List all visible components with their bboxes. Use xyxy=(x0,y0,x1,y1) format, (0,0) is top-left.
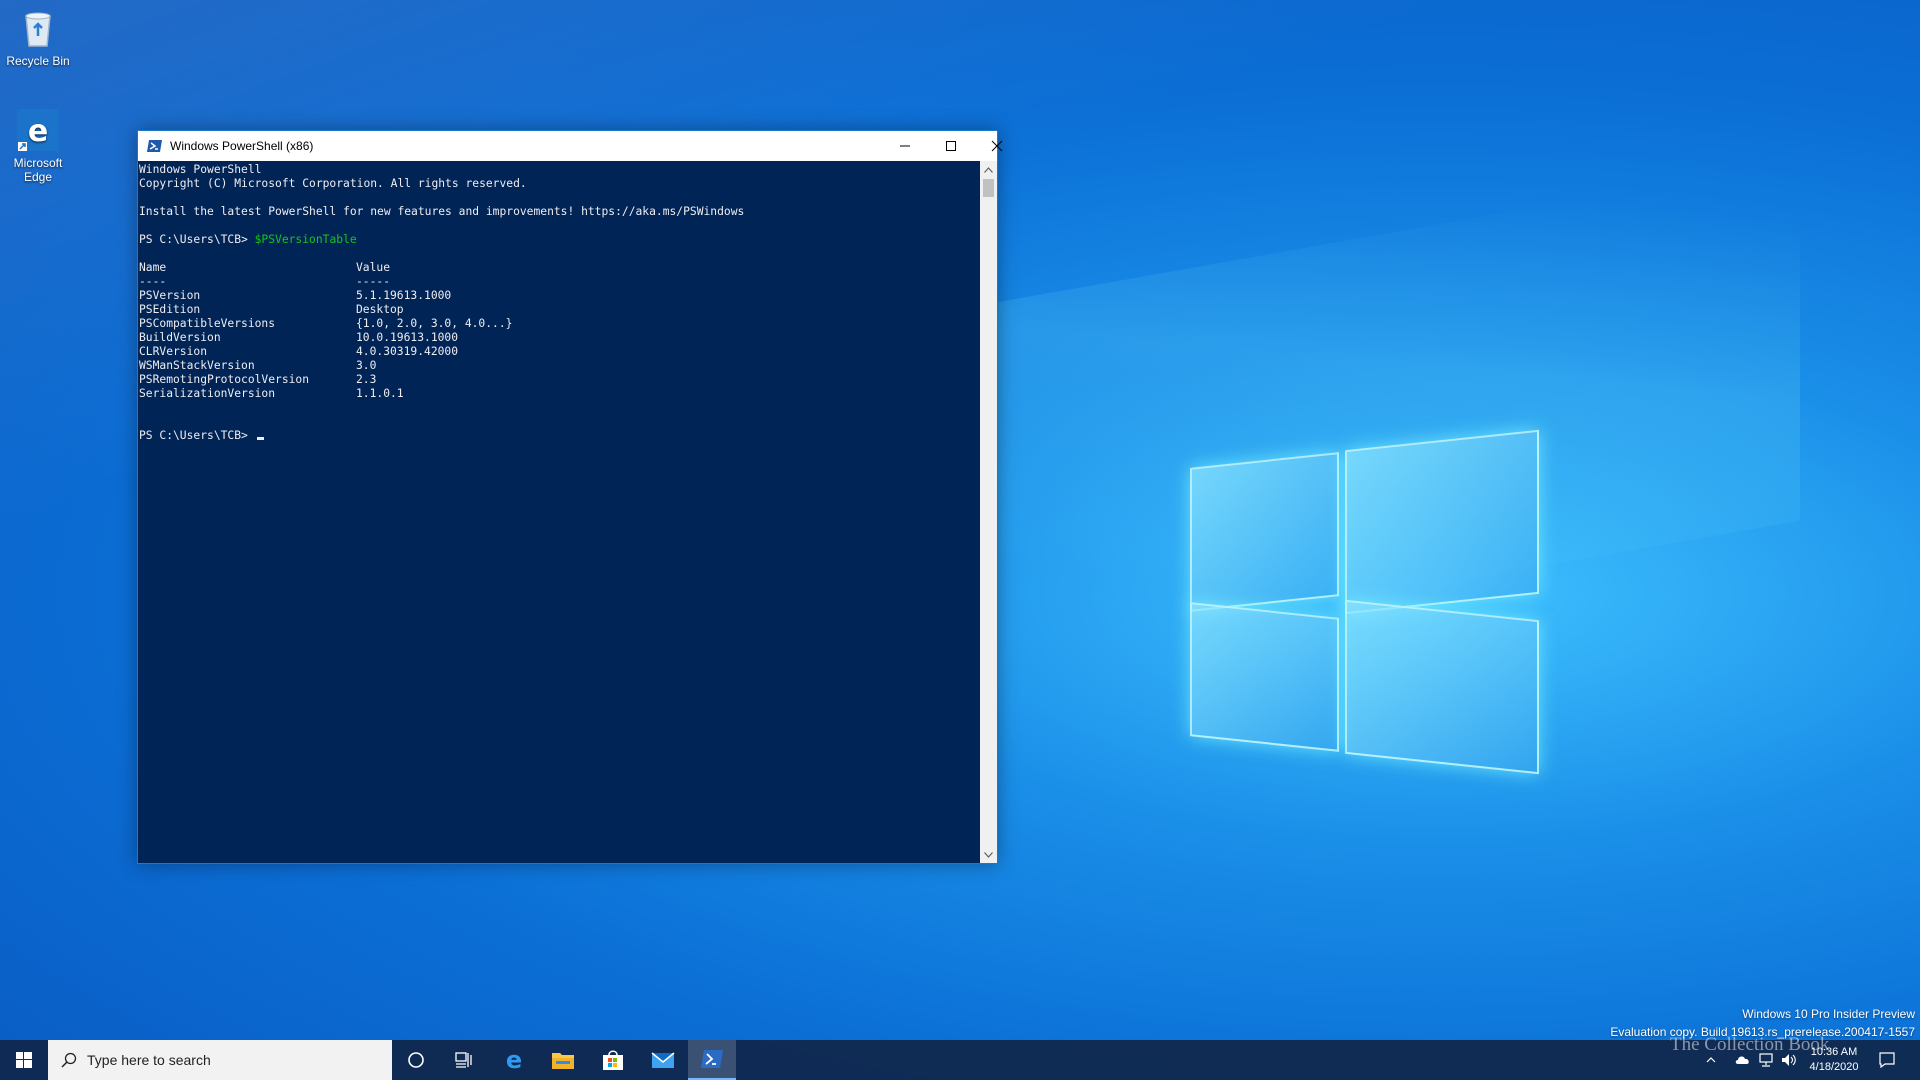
table-row: PSRemotingProtocolVersion 2.3 xyxy=(139,373,979,387)
desktop-icon-recycle-bin[interactable]: Recycle Bin xyxy=(0,6,76,68)
console-line: Windows PowerShell xyxy=(139,163,262,176)
taskbar-search-box[interactable]: Type here to search xyxy=(48,1040,392,1080)
scroll-down-button[interactable] xyxy=(980,846,997,863)
console-command-line: PS C:\Users\TCB> $PSVersionTable xyxy=(139,233,979,247)
table-cell-name: PSRemotingProtocolVersion xyxy=(139,373,310,386)
powershell-icon[interactable] xyxy=(147,138,163,154)
table-row: PSCompatibleVersions {1.0, 2.0, 3.0, 4.0.… xyxy=(139,317,979,331)
search-icon xyxy=(61,1052,77,1068)
notification-icon xyxy=(1879,1052,1895,1068)
cortana-button[interactable] xyxy=(392,1040,440,1080)
table-cell-name: WSManStackVersion xyxy=(139,359,255,372)
window-titlebar[interactable]: Windows PowerShell (x86) xyxy=(138,131,1003,161)
chevron-down-icon xyxy=(984,851,993,858)
vertical-scrollbar[interactable] xyxy=(980,161,997,863)
overlay-watermark-text: The Collection Book xyxy=(1670,1034,1830,1055)
taskbar-powershell-button[interactable] xyxy=(688,1040,736,1080)
table-row: CLRVersion 4.0.30319.42000 xyxy=(139,345,979,359)
console-line: Install the latest PowerShell for new fe… xyxy=(139,205,745,218)
table-cell-value: {1.0, 2.0, 3.0, 4.0...} xyxy=(356,317,513,330)
table-cell-name: PSCompatibleVersions xyxy=(139,317,276,330)
minimize-icon xyxy=(900,145,910,147)
desktop-icon-label: Edge xyxy=(23,170,53,184)
watermark-line: Windows 10 Pro Insider Preview xyxy=(1742,1007,1915,1021)
table-cell-name: PSVersion xyxy=(139,289,201,302)
close-button[interactable] xyxy=(974,131,1020,161)
console-command: $PSVersionTable xyxy=(254,233,357,246)
start-button[interactable] xyxy=(0,1040,48,1080)
desktop-icon-label: Microsoft xyxy=(13,156,63,170)
table-cell-value: 2.3 xyxy=(356,373,377,386)
chevron-up-icon xyxy=(1706,1057,1716,1063)
search-placeholder: Type here to search xyxy=(87,1052,211,1068)
desktop-icon-edge[interactable]: e Microsoft Edge xyxy=(0,108,76,184)
powershell-window[interactable]: Windows PowerShell (x86) Windows PowerSh… xyxy=(137,130,1003,864)
chevron-up-icon xyxy=(984,166,993,173)
taskbar-edge-button[interactable]: e xyxy=(490,1040,538,1080)
maximize-button[interactable] xyxy=(928,131,974,161)
taskbar-file-explorer-button[interactable] xyxy=(538,1040,588,1080)
table-row: PSVersion 5.1.19613.1000 xyxy=(139,289,979,303)
console-prompt: PS C:\Users\TCB> xyxy=(139,429,255,442)
text-cursor xyxy=(256,437,264,440)
store-icon xyxy=(603,1050,623,1070)
table-header-value: Value xyxy=(356,261,391,274)
table-row: BuildVersion 10.0.19613.1000 xyxy=(139,331,979,345)
powershell-icon xyxy=(701,1050,723,1068)
table-cell-value: 3.0 xyxy=(356,359,377,372)
svg-text:e: e xyxy=(506,1048,522,1072)
mail-icon xyxy=(651,1052,675,1068)
desktop-icon-label: Recycle Bin xyxy=(6,54,70,68)
table-row: PSEdition Desktop xyxy=(139,303,979,317)
scroll-up-button[interactable] xyxy=(980,161,997,178)
recycle-bin-icon xyxy=(16,6,60,50)
close-icon xyxy=(991,140,1003,152)
table-cell-value: 4.0.30319.42000 xyxy=(356,345,459,358)
table-cell-value: 10.0.19613.1000 xyxy=(356,331,459,344)
table-cell-value: Desktop xyxy=(356,303,404,316)
table-header-rule-value: ----- xyxy=(356,275,391,288)
taskbar: Type here to search e 10:36 AM 4/18/2020 xyxy=(0,1040,1920,1080)
edge-icon: e xyxy=(16,108,60,152)
windows-start-icon xyxy=(16,1052,32,1068)
table-header-row: Name Value xyxy=(139,261,979,275)
windows-wallpaper-logo xyxy=(1190,420,1550,780)
console-input-line[interactable]: PS C:\Users\TCB> xyxy=(139,429,979,443)
table-cell-name: CLRVersion xyxy=(139,345,208,358)
console-output[interactable]: Windows PowerShell Copyright (C) Microso… xyxy=(138,161,979,863)
svg-text:e: e xyxy=(28,114,48,149)
cloud-icon xyxy=(1735,1056,1749,1064)
task-view-icon xyxy=(455,1052,472,1068)
console-prompt: PS C:\Users\TCB> xyxy=(139,233,255,246)
action-center-button[interactable] xyxy=(1870,1040,1904,1080)
file-explorer-icon xyxy=(552,1053,574,1069)
taskbar-store-button[interactable] xyxy=(588,1040,638,1080)
taskbar-mail-button[interactable] xyxy=(638,1040,688,1080)
table-cell-name: SerializationVersion xyxy=(139,387,276,400)
clock-date: 4/18/2020 xyxy=(1809,1061,1859,1073)
table-cell-name: PSEdition xyxy=(139,303,201,316)
table-row: SerializationVersion 1.1.0.1 xyxy=(139,387,979,401)
task-view-button[interactable] xyxy=(440,1040,488,1080)
cortana-icon xyxy=(408,1052,424,1068)
window-title: Windows PowerShell (x86) xyxy=(170,139,314,153)
table-row: WSManStackVersion 3.0 xyxy=(139,359,979,373)
minimize-button[interactable] xyxy=(882,131,928,161)
scroll-thumb[interactable] xyxy=(983,179,994,197)
table-cell-value: 1.1.0.1 xyxy=(356,387,404,400)
table-header-name: Name xyxy=(139,261,167,274)
table-cell-value: 5.1.19613.1000 xyxy=(356,289,452,302)
maximize-icon xyxy=(946,141,956,151)
edge-icon: e xyxy=(506,1048,522,1072)
table-header-rule: ---- ----- xyxy=(139,275,979,289)
console-line: Copyright (C) Microsoft Corporation. All… xyxy=(139,177,527,190)
table-header-rule-name: ---- xyxy=(139,275,167,288)
table-cell-name: BuildVersion xyxy=(139,331,221,344)
